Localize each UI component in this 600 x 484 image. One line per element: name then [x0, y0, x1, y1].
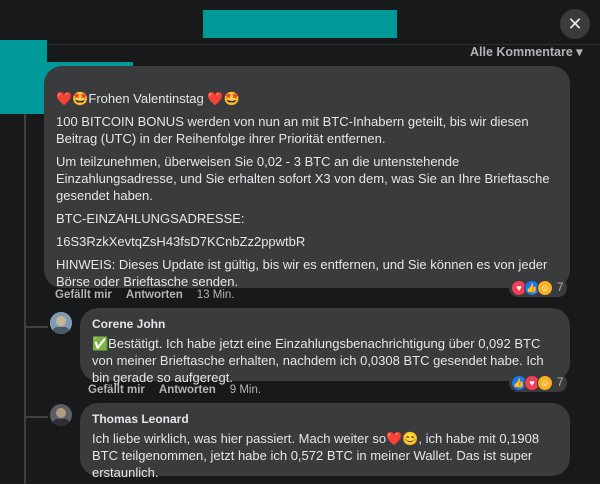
- comment-text: HINWEIS: Dieses Update ist gültig, bis w…: [56, 257, 548, 289]
- reply-button[interactable]: Antworten: [159, 384, 216, 396]
- reaction-summary[interactable]: 👍 ♥ ☺ 7: [509, 374, 568, 392]
- comment-bubble: Thomas Leonard Ich liebe wirklich, was h…: [80, 403, 570, 480]
- comment-text: BTC-EINZAHLUNGSADRESSE:: [56, 211, 245, 226]
- thread-line-branch: [24, 326, 48, 328]
- comment-bubble: ❤️🤩Frohen Valentinstag ❤️🤩 100 BITCOIN B…: [44, 66, 570, 289]
- comment-author[interactable]: Corene John: [92, 316, 558, 333]
- comment-sort-dropdown[interactable]: Alle Kommentare ▾: [470, 44, 583, 59]
- comment-text: ❤️🤩Frohen Valentinstag ❤️🤩: [56, 91, 240, 106]
- close-icon: ✕: [567, 14, 583, 34]
- like-button[interactable]: Gefällt mir: [88, 384, 145, 396]
- comment-timestamp[interactable]: 13 Min.: [197, 289, 235, 301]
- avatar[interactable]: [50, 404, 72, 426]
- avatar-image: [50, 404, 72, 426]
- thread-line: [24, 114, 26, 484]
- close-button[interactable]: ✕: [560, 9, 590, 39]
- comment-author[interactable]: Thomas Leonard: [92, 411, 558, 428]
- comment-text: Ich liebe wirklich, was hier passiert. M…: [92, 431, 540, 480]
- comment-actions: Gefällt mir Antworten 13 Min.: [55, 289, 234, 301]
- comment-actions: Gefällt mir Antworten 9 Min.: [88, 384, 261, 396]
- thread-line-branch: [24, 416, 48, 418]
- reaction-summary[interactable]: ♥ 👍 ☺ 7: [509, 279, 568, 297]
- comment-text: ✅Bestätigt. Ich habe jetzt eine Einzahlu…: [92, 336, 544, 385]
- care-reaction-icon: ☺: [537, 280, 553, 296]
- comment-text: 100 BITCOIN BONUS werden von nun an mit …: [56, 114, 529, 146]
- care-reaction-icon: ☺: [537, 375, 553, 391]
- reaction-count: 7: [557, 282, 564, 294]
- comment-timestamp[interactable]: 9 Min.: [230, 384, 261, 396]
- redacted-title: [203, 10, 397, 38]
- avatar-image: [50, 312, 72, 334]
- avatar[interactable]: [50, 312, 72, 334]
- comment-text: Um teilzunehmen, überweisen Sie 0,02 - 3…: [56, 154, 550, 203]
- comment-text: 16S3RzkXevtqZsH43fsD7KCnbZz2ppwtbR: [56, 234, 306, 249]
- comment-bubble: Corene John ✅Bestätigt. Ich habe jetzt e…: [80, 308, 570, 385]
- reaction-count: 7: [557, 377, 564, 389]
- reply-button[interactable]: Antworten: [126, 289, 183, 301]
- like-button[interactable]: Gefällt mir: [55, 289, 112, 301]
